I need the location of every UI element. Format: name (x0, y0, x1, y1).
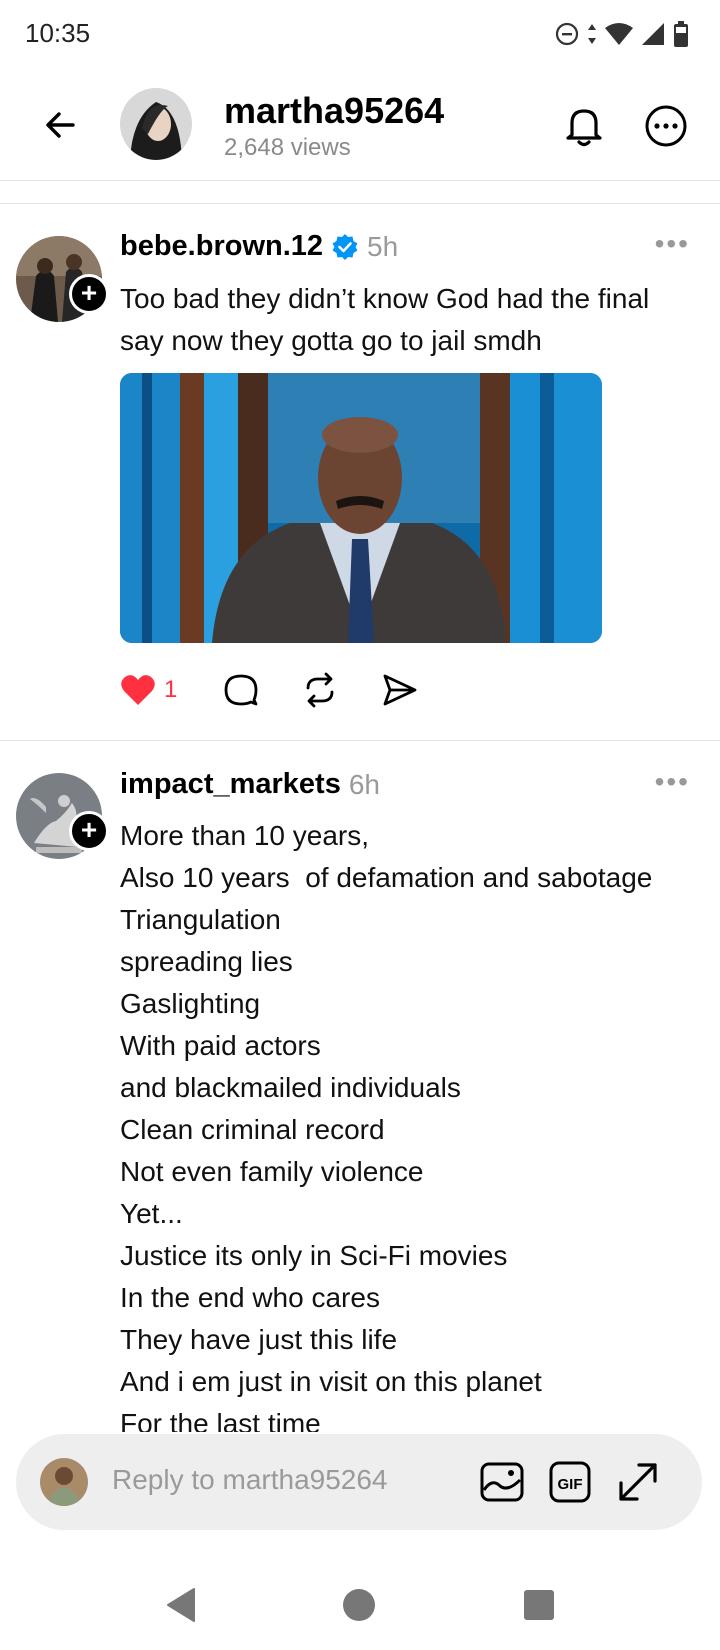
more-icon (645, 105, 687, 147)
attach-gif-button[interactable]: GIF (546, 1458, 594, 1506)
system-nav-bar (0, 1560, 720, 1650)
expand-reply-button[interactable] (614, 1458, 662, 1506)
text-line: Also 10 years of defamation and sabotage (120, 862, 653, 893)
comment-icon (224, 674, 258, 706)
follow-badge[interactable]: + (69, 811, 109, 851)
gif-icon: GIF (549, 1461, 591, 1503)
status-bar: 10:35 (0, 0, 720, 72)
text-line: For the last time (120, 1408, 321, 1432)
post-text: More than 10 years, Also 10 years of def… (120, 815, 700, 1432)
circle-home-icon (343, 1589, 375, 1621)
verified-badge-icon (332, 233, 358, 260)
more-options-button[interactable] (640, 100, 692, 152)
reply-input[interactable]: Reply to martha95264 (112, 1464, 388, 1496)
repost-icon (306, 672, 334, 708)
back-arrow-icon (46, 112, 75, 138)
reply-bar[interactable]: Reply to martha95264 GIF (16, 1434, 702, 1530)
attach-image-button[interactable] (478, 1458, 526, 1506)
battery-icon (674, 21, 688, 47)
repost-button[interactable] (301, 672, 339, 708)
text-line: Clean criminal record (120, 1114, 385, 1145)
divider (0, 203, 720, 204)
text-line: In the end who cares (120, 1282, 380, 1313)
reply-avatar (40, 1458, 88, 1506)
svg-text:GIF: GIF (558, 1476, 583, 1493)
post-time: 6h (348, 768, 380, 800)
dnd-icon (555, 22, 579, 46)
text-line: More than 10 years, (120, 820, 370, 851)
wifi-icon (605, 23, 633, 45)
bell-icon (566, 109, 602, 147)
heart-icon (121, 675, 155, 705)
username[interactable]: impact_markets (120, 768, 341, 801)
post-header: impact_markets 6h (120, 768, 380, 801)
status-icons (554, 20, 690, 48)
like-count: 1 (164, 676, 178, 703)
post-image[interactable] (120, 373, 602, 643)
text-line: Yet... (120, 1198, 183, 1229)
post-time: 5h (367, 230, 399, 262)
text-line: Triangulation (120, 904, 281, 935)
divider (0, 740, 720, 741)
text-line: They have just this life (120, 1324, 398, 1355)
views-count: 2,648 views (224, 134, 351, 161)
text-line: With paid actors (120, 1030, 321, 1061)
text-line: Not even family violence (120, 1156, 424, 1187)
nav-back-button[interactable] (156, 1580, 206, 1630)
comment-button[interactable] (223, 672, 259, 708)
expand-icon (619, 1463, 657, 1501)
share-icon (383, 674, 417, 706)
signal-icon (642, 23, 664, 45)
text-line: spreading lies (120, 946, 293, 977)
header-avatar[interactable] (120, 88, 192, 160)
square-recents-icon (524, 1590, 554, 1620)
post-menu-button[interactable]: ••• (655, 766, 690, 798)
image-icon (480, 1462, 524, 1502)
text-line: Justice its only in Sci-Fi movies (120, 1240, 508, 1271)
text-line: and blackmailed individuals (120, 1072, 461, 1103)
post-actions: 1 (120, 672, 461, 708)
data-arrows-icon (588, 24, 596, 44)
like-button[interactable]: 1 (120, 673, 177, 707)
text-line: Gaslighting (120, 988, 261, 1019)
nav-home-button[interactable] (334, 1580, 384, 1630)
status-time: 10:35 (25, 18, 91, 48)
username[interactable]: bebe.brown.12 (120, 230, 323, 263)
post-menu-button[interactable]: ••• (655, 228, 690, 260)
post-text: Too bad they didn’t know God had the fin… (120, 283, 650, 356)
back-button[interactable] (36, 100, 86, 150)
follow-badge[interactable]: + (69, 274, 109, 314)
thread-header: martha95264 2,648 views (0, 72, 720, 181)
share-button[interactable] (381, 672, 419, 708)
triangle-back-icon (167, 1588, 195, 1622)
page-title: martha95264 (224, 90, 445, 131)
nav-recents-button[interactable] (514, 1580, 564, 1630)
notifications-button[interactable] (558, 100, 610, 152)
text-line: And i em just in visit on this planet (120, 1366, 542, 1397)
post-header: bebe.brown.12 5h (120, 230, 398, 263)
